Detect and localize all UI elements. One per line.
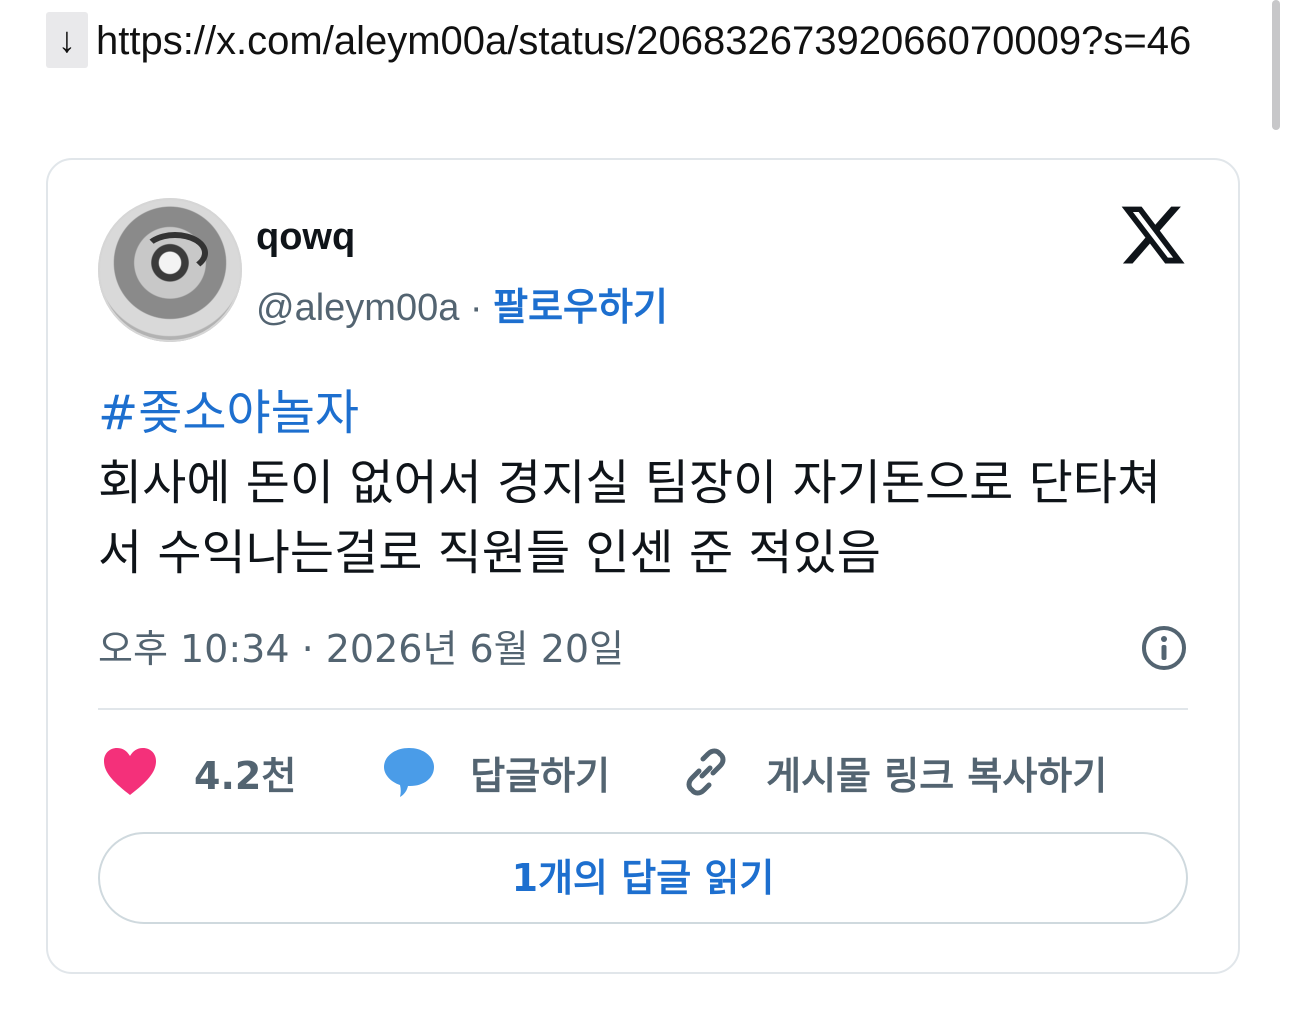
avatar-eye <box>142 232 208 274</box>
shared-link[interactable]: ↓ https://x.com/aleym00a/status/206832673… <box>46 12 1236 70</box>
like-button[interactable]: 4.2천 <box>102 745 296 800</box>
info-icon[interactable] <box>1140 624 1188 672</box>
like-count: 4.2천 <box>194 753 297 798</box>
divider <box>98 708 1188 710</box>
reply-button[interactable]: 답글하기 <box>382 745 610 800</box>
copy-link-button[interactable]: 게시물 링크 복사하기 <box>680 745 1107 800</box>
action-bar: 4.2천 답글하기 게시물 링크 복사하기 <box>102 742 1107 802</box>
scrollbar[interactable] <box>1272 0 1280 130</box>
dot-separator: · <box>459 287 494 329</box>
x-logo-icon[interactable] <box>1118 200 1188 270</box>
avatar[interactable] <box>98 198 242 342</box>
handle-row: @aleym00a · 팔로우하기 <box>256 276 668 331</box>
hashtag-link[interactable]: #좆소야놀자 <box>98 378 1198 448</box>
tweet-timestamp[interactable]: 오후 10:34 · 2026년 6월 20일 <box>98 618 624 673</box>
speech-bubble-icon <box>384 748 435 797</box>
heart-icon <box>104 748 156 795</box>
copy-link-label: 게시물 링크 복사하기 <box>766 753 1108 798</box>
tweet-text: #좆소야놀자 회사에 돈이 없어서 경지실 팀장이 자기돈으로 단타쳐서 수익나… <box>98 378 1198 588</box>
tweet-embed-card[interactable]: qowq @aleym00a · 팔로우하기 #좆소야놀자 회사에 돈이 없어서… <box>46 158 1240 974</box>
link-icon <box>686 748 726 796</box>
down-arrow-icon: ↓ <box>46 12 88 68</box>
reply-label: 답글하기 <box>470 753 611 798</box>
author-handle[interactable]: @aleym00a <box>256 287 459 329</box>
tweet-body: 회사에 돈이 없어서 경지실 팀장이 자기돈으로 단타쳐서 수익나는걸로 직원들… <box>98 455 1162 581</box>
read-replies-button[interactable]: 1개의 답글 읽기 <box>98 832 1188 924</box>
author-name[interactable]: qowq <box>256 216 355 259</box>
link-url[interactable]: https://x.com/aleym00a/status/2068326739… <box>96 19 1191 63</box>
follow-button[interactable]: 팔로우하기 <box>493 287 668 329</box>
